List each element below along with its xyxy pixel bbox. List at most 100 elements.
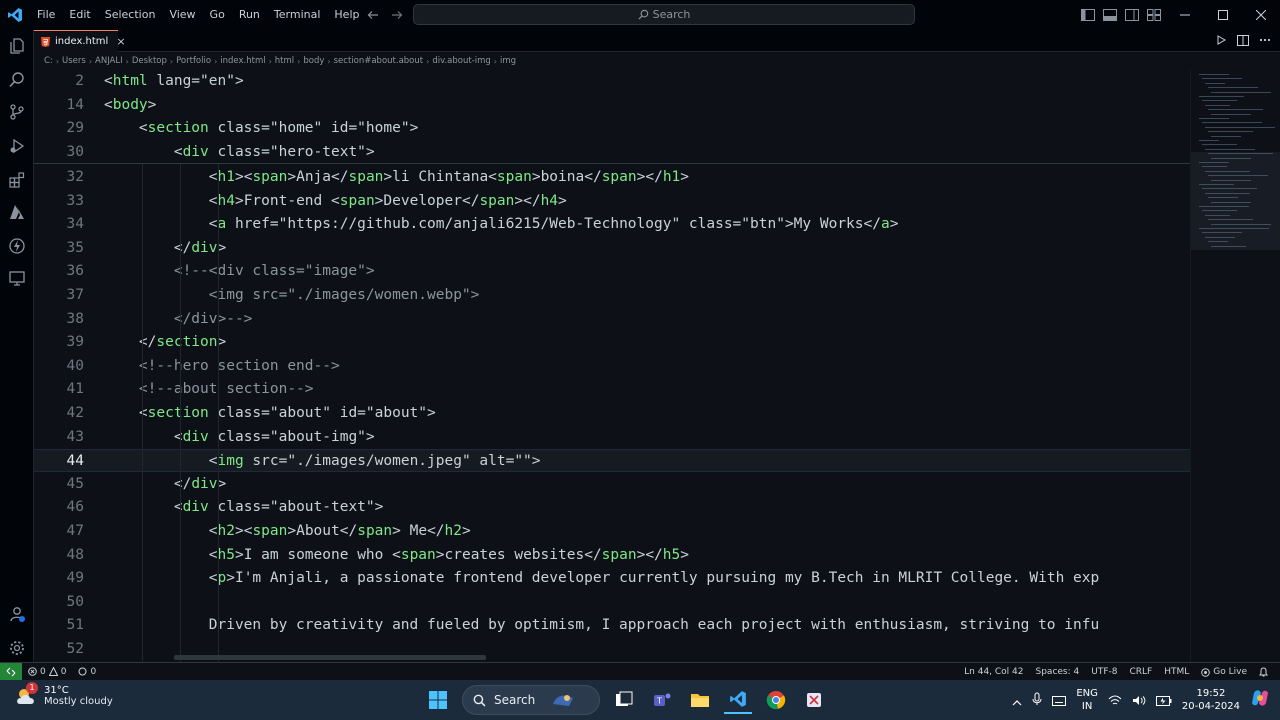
line-code[interactable]: </div> [104,237,1190,260]
code-line[interactable]: 39 </section> [34,331,1190,354]
snipping-tool-icon[interactable] [800,686,828,714]
explorer-icon[interactable] [7,36,27,56]
menu-item-terminal[interactable]: Terminal [267,0,328,30]
breadcrumb-item[interactable]: index.html [220,56,265,66]
menu-item-edit[interactable]: Edit [62,0,97,30]
end-of-line[interactable]: CRLF [1123,667,1158,677]
vscode-taskbar-icon[interactable] [724,686,752,714]
code-line[interactable]: 2 <html lang="en"> [34,70,1190,93]
minimap[interactable] [1190,70,1280,662]
split-editor-icon[interactable] [1236,33,1250,47]
code-line[interactable]: 30 <div class="hero-text"> [34,141,1190,164]
accounts-icon[interactable] [7,604,27,624]
line-code[interactable]: <h2><span>About</span> Me</h2> [104,520,1190,543]
remote-indicator-icon[interactable] [0,662,22,681]
line-code[interactable]: <h5>I am someone who <span>creates websi… [104,544,1190,567]
encoding[interactable]: UTF-8 [1085,667,1123,677]
clock[interactable]: 19:52 20-04-2024 [1182,687,1240,713]
maximize-icon[interactable] [1204,0,1242,30]
azure-icon[interactable] [7,202,27,222]
battery-icon[interactable] [1155,691,1172,710]
language-mode[interactable]: HTML [1158,667,1195,677]
search-view-icon[interactable] [7,70,27,90]
line-code[interactable]: <div class="about-img"> [104,426,1190,449]
problems-indicator[interactable]: 0 0 [22,667,72,677]
task-view-icon[interactable] [610,686,638,714]
chrome-icon[interactable] [762,686,790,714]
notifications-bell-icon[interactable] [1253,667,1274,677]
code-line[interactable]: 45 </div> [34,473,1190,496]
input-language[interactable]: ENG IN [1076,687,1098,713]
code-line[interactable]: 29 <section class="home" id="home"> [34,117,1190,140]
menu-item-selection[interactable]: Selection [98,0,163,30]
code-line[interactable]: 38 </div>--> [34,308,1190,331]
line-code[interactable]: Driven by creativity and fueled by optim… [104,614,1190,637]
command-center-search[interactable]: Search [413,4,915,25]
line-code[interactable]: <!--<div class="image"> [104,260,1190,283]
run-debug-icon[interactable] [7,136,27,156]
line-code[interactable]: </section> [104,331,1190,354]
breadcrumb-item[interactable]: div.about-img [432,56,490,66]
customize-layout-icon[interactable] [1146,7,1162,23]
tab-index-html[interactable]: index.html × [34,30,126,52]
menu-item-view[interactable]: View [162,0,202,30]
line-code[interactable]: <h4>Front-end <span>Developer</span></h4… [104,190,1190,213]
toggle-primary-sidebar-icon[interactable] [1080,7,1096,23]
extensions-icon[interactable] [7,170,27,190]
tab-close-icon[interactable]: × [116,35,125,48]
code-line[interactable]: 46 <div class="about-text"> [34,496,1190,519]
code-line[interactable]: 51 Driven by creativity and fueled by op… [34,614,1190,637]
line-code[interactable]: <div class="hero-text"> [104,141,1190,164]
line-code[interactable]: <p>I'm Anjali, a passionate frontend dev… [104,567,1190,590]
breadcrumb-item[interactable]: img [500,56,516,66]
file-explorer-icon[interactable] [686,686,714,714]
windows-start-icon[interactable] [424,686,452,714]
go-live-button[interactable]: Go Live [1195,667,1253,677]
copilot-icon[interactable] [1250,688,1270,712]
breadcrumb-item[interactable]: Desktop [132,56,167,66]
weather-widget[interactable]: 1 31°C Mostly cloudy [14,682,113,708]
taskbar-search[interactable]: Search [462,685,600,715]
toggle-panel-icon[interactable] [1102,7,1118,23]
more-actions-icon[interactable] [1258,33,1272,47]
code-line[interactable]: 48 <h5>I am someone who <span>creates we… [34,544,1190,567]
line-code[interactable]: <section class="about" id="about"> [104,402,1190,425]
line-code[interactable]: </div> [104,473,1190,496]
breadcrumb-item[interactable]: html [275,56,294,66]
code-line[interactable]: 37 <img src="./images/women.webp"> [34,284,1190,307]
menu-item-run[interactable]: Run [232,0,267,30]
source-control-icon[interactable] [7,102,27,122]
breadcrumb-item[interactable]: Portfolio [176,56,211,66]
code-line[interactable]: 50 [34,591,1190,614]
cursor-position[interactable]: Ln 44, Col 42 [958,667,1029,677]
menu-item-go[interactable]: Go [203,0,232,30]
code-line[interactable]: 43 <div class="about-img"> [34,426,1190,449]
microphone-icon[interactable] [1032,691,1042,710]
code-line[interactable]: 40 <!--hero section end--> [34,355,1190,378]
breadcrumb-item[interactable]: C: [44,56,53,66]
settings-gear-icon[interactable] [7,638,27,658]
back-arrow-icon[interactable] [366,8,380,22]
menu-item-help[interactable]: Help [327,0,366,30]
chevron-up-icon[interactable] [1012,691,1022,710]
minimap-slider[interactable] [1191,152,1280,250]
ports-indicator[interactable]: 0 [72,667,102,677]
breadcrumb-item[interactable]: ANJALI [95,56,123,66]
code-line[interactable]: 34 <a href="https://github.com/anjali621… [34,213,1190,236]
horizontal-scrollbar[interactable] [174,655,486,660]
indentation[interactable]: Spaces: 4 [1030,667,1086,677]
line-code[interactable]: <img src="./images/women.jpeg" alt=""> [104,450,1190,473]
line-code[interactable]: <h1><span>Anja</span>li Chintana<span>bo… [104,166,1190,189]
breadcrumb-item[interactable]: body [303,56,324,66]
toggle-secondary-sidebar-icon[interactable] [1124,7,1140,23]
code-line[interactable]: 35 </div> [34,237,1190,260]
menu-item-file[interactable]: File [30,0,62,30]
line-code[interactable]: <a href="https://github.com/anjali6215/W… [104,213,1190,236]
live-server-icon[interactable] [7,236,27,256]
code-line[interactable]: 47 <h2><span>About</span> Me</h2> [34,520,1190,543]
line-code[interactable]: <img src="./images/women.webp"> [104,284,1190,307]
code-line[interactable]: 36 <!--<div class="image"> [34,260,1190,283]
code-line[interactable]: 42 <section class="about" id="about"> [34,402,1190,425]
line-code[interactable]: <!--hero section end--> [104,355,1190,378]
line-code[interactable]: <section class="home" id="home"> [104,117,1190,140]
